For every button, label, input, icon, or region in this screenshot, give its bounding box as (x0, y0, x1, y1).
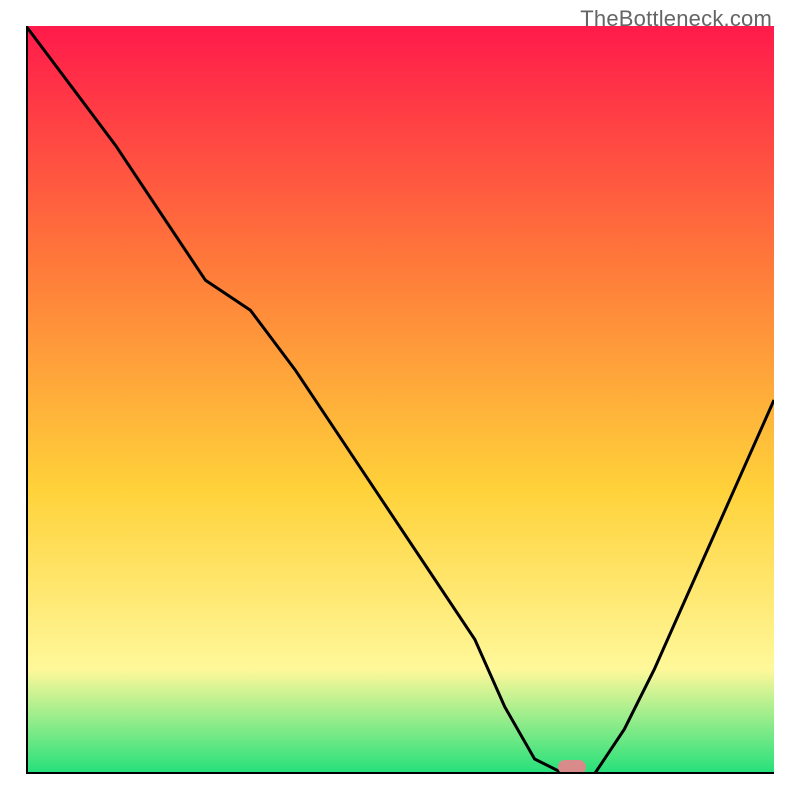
plot-svg (26, 26, 774, 774)
gradient-background (26, 26, 774, 774)
chart-container: TheBottleneck.com (0, 0, 800, 800)
optimal-marker (558, 760, 586, 774)
plot-area (26, 26, 774, 774)
